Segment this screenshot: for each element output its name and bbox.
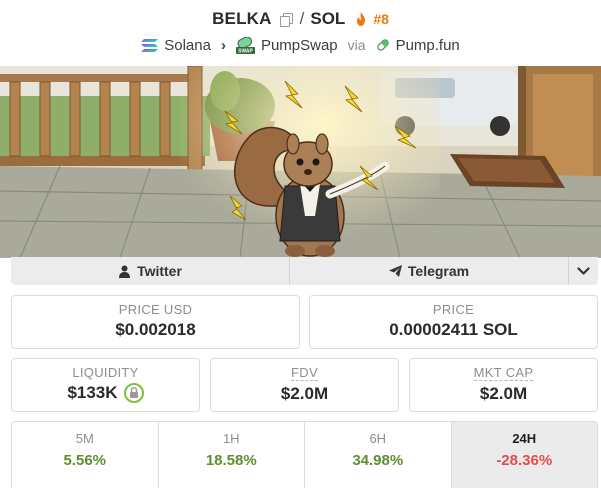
- fire-icon: [357, 12, 366, 26]
- price-native-value: 0.00002411 SOL: [389, 320, 518, 339]
- liquidity-label: LIQUIDITY: [72, 365, 139, 380]
- pair-title-row: BELKA / SOL #8: [0, 8, 601, 30]
- base-token-symbol: BELKA: [212, 9, 272, 28]
- liquidity-value: $133K: [67, 383, 118, 402]
- dex-name[interactable]: PumpSwap: [261, 37, 338, 54]
- svg-text:SWAP: SWAP: [238, 48, 253, 54]
- twitter-label: Twitter: [137, 263, 182, 279]
- liquidity-value-row: $133K: [12, 383, 199, 403]
- fdv-label[interactable]: FDV: [291, 366, 318, 381]
- tab-24h[interactable]: 24H -28.36%: [451, 422, 597, 488]
- pair-meta-row: Solana › SWAP PumpSwap via Pump.fun: [0, 34, 601, 56]
- via-label: via: [347, 37, 366, 53]
- fdv-value: $2.0M: [280, 384, 329, 403]
- market-cap-card: MKT CAP $2.0M: [409, 358, 598, 412]
- telegram-button[interactable]: Telegram: [290, 257, 569, 285]
- price-native-label: PRICE: [432, 302, 475, 317]
- liquidity-card: LIQUIDITY $133K: [11, 358, 200, 412]
- price-usd-value: $0.002018: [115, 320, 196, 339]
- solana-icon: [141, 38, 159, 52]
- tab-24h-change: -28.36%: [496, 452, 553, 469]
- pumpswap-icon: SWAP: [235, 36, 255, 54]
- chain-name[interactable]: Solana: [164, 37, 211, 54]
- more-links-button[interactable]: [569, 257, 598, 285]
- price-usd-card: PRICE USD $0.002018: [11, 295, 300, 349]
- twitter-button[interactable]: Twitter: [11, 257, 290, 285]
- telegram-label: Telegram: [407, 263, 470, 279]
- pill-icon: [376, 39, 389, 51]
- tab-5m-label: 5M: [75, 431, 94, 446]
- tab-6h-label: 6H: [369, 431, 387, 446]
- chevron-right-icon: ›: [220, 36, 226, 54]
- launchpad-name[interactable]: Pump.fun: [396, 37, 460, 54]
- trending-rank[interactable]: #8: [373, 11, 389, 27]
- tab-1h[interactable]: 1H 18.58%: [159, 422, 305, 488]
- pair-header: BELKA / SOL #8 Solana › SWAP PumpSwap vi…: [0, 0, 601, 66]
- tab-1h-change: 18.58%: [205, 452, 257, 469]
- tab-6h-change: 34.98%: [352, 452, 404, 469]
- quote-token-symbol: SOL: [310, 9, 346, 28]
- fdv-label-wrap: FDV: [211, 365, 398, 381]
- price-change-tabs: 5M 5.56% 1H 18.58% 6H 34.98% 24H -28.36%: [11, 421, 598, 488]
- tab-6h[interactable]: 6H 34.98%: [305, 422, 452, 488]
- send-icon: [388, 265, 402, 277]
- social-links-bar: Twitter Telegram: [11, 257, 598, 285]
- squirrel-banner-illustration: [0, 66, 601, 258]
- mktcap-label-wrap: MKT CAP: [410, 365, 597, 381]
- price-native-card: PRICE 0.00002411 SOL: [309, 295, 598, 349]
- mktcap-value: $2.0M: [479, 384, 528, 403]
- chevron-down-icon: [577, 266, 590, 275]
- tab-5m-change: 5.56%: [63, 452, 107, 469]
- lock-icon[interactable]: [123, 383, 144, 403]
- pair-separator: /: [299, 9, 305, 28]
- token-banner-image: [0, 66, 601, 258]
- price-usd-label: PRICE USD: [118, 302, 193, 317]
- tab-1h-label: 1H: [222, 431, 240, 446]
- copy-icon[interactable]: [279, 12, 293, 27]
- tab-24h-label: 24H: [512, 431, 537, 446]
- user-icon: [119, 265, 131, 278]
- fdv-card: FDV $2.0M: [210, 358, 399, 412]
- mktcap-label[interactable]: MKT CAP: [473, 366, 534, 381]
- tab-5m[interactable]: 5M 5.56%: [12, 422, 159, 488]
